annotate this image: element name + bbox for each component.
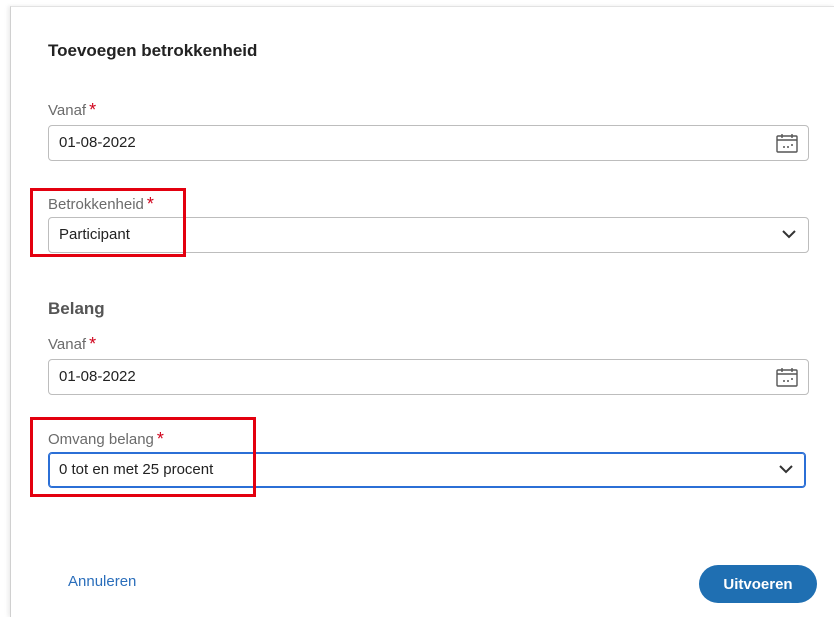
- required-marker: *: [89, 334, 97, 354]
- cancel-button[interactable]: Annuleren: [68, 573, 136, 590]
- required-marker: *: [89, 100, 97, 120]
- belang-vanaf-date-value: 01-08-2022: [59, 368, 136, 385]
- vanaf-label-text: Vanaf: [48, 102, 87, 119]
- betrokkenheid-highlight-box: [30, 188, 186, 257]
- chevron-down-icon[interactable]: [779, 464, 793, 474]
- calendar-icon[interactable]: [776, 367, 798, 387]
- omvang-belang-highlight-box: [30, 417, 256, 497]
- calendar-icon[interactable]: [776, 133, 798, 153]
- vanaf-date-value: 01-08-2022: [59, 134, 136, 151]
- submit-button[interactable]: Uitvoeren: [699, 565, 817, 603]
- vanaf-date-input[interactable]: 01-08-2022: [48, 125, 809, 161]
- belang-vanaf-date-input[interactable]: 01-08-2022: [48, 359, 809, 395]
- dialog-title: Toevoegen betrokkenheid: [48, 41, 258, 60]
- belang-vanaf-label-text: Vanaf: [48, 336, 87, 353]
- chevron-down-icon[interactable]: [782, 229, 796, 239]
- vanaf-label: Vanaf *: [48, 99, 96, 120]
- belang-heading: Belang: [48, 299, 105, 318]
- add-involvement-dialog: Toevoegen betrokkenheid Vanaf * 01-08-202…: [10, 6, 834, 617]
- belang-vanaf-label: Vanaf *: [48, 333, 96, 354]
